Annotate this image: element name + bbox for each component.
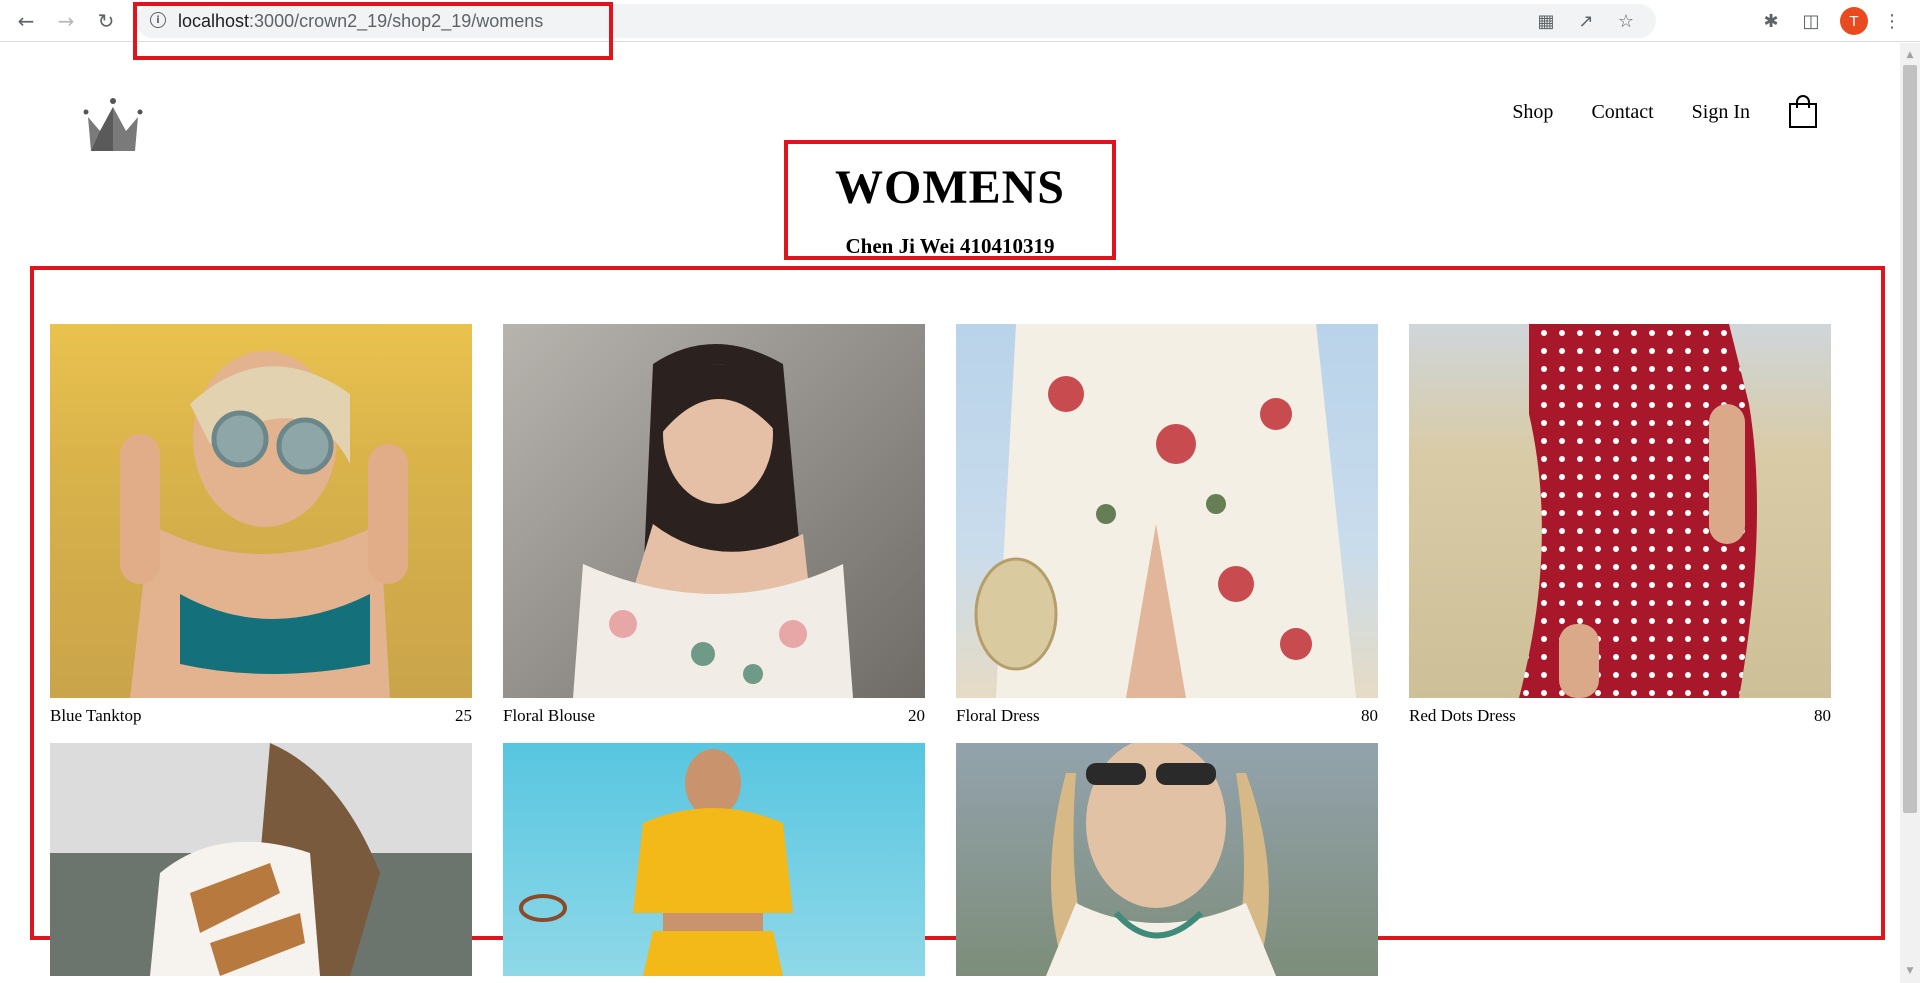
product-name: Red Dots Dress [1409, 706, 1516, 725]
product-price: 20 [908, 706, 925, 725]
scroll-up-arrow-icon[interactable]: ▲ [1900, 47, 1920, 63]
product-card[interactable]: Floral Dress 80 [956, 324, 1378, 726]
product-image[interactable] [956, 743, 1378, 976]
product-image[interactable] [956, 324, 1378, 698]
scroll-thumb[interactable] [1903, 65, 1917, 813]
back-icon[interactable]: ← [10, 5, 42, 37]
nav-signin-link[interactable]: Sign In [1692, 101, 1750, 124]
product-image[interactable] [503, 324, 925, 698]
menu-kebab-icon[interactable]: ⋮ [1876, 5, 1908, 37]
product-card[interactable] [956, 743, 1378, 976]
product-card[interactable] [503, 743, 925, 976]
shopping-bag-icon[interactable] [1788, 95, 1818, 129]
side-panel-icon[interactable]: ◫ [1795, 5, 1827, 37]
product-card[interactable]: Blue Tanktop 25 [50, 324, 472, 726]
product-price: 80 [1361, 706, 1378, 725]
profile-avatar[interactable]: T [1840, 7, 1868, 35]
extensions-icon[interactable]: ✱ [1755, 5, 1787, 37]
page-subtitle: Chen Ji Wei 410410319 [845, 234, 1055, 258]
product-card[interactable]: Red Dots Dress 80 [1409, 324, 1831, 726]
product-image[interactable] [503, 743, 925, 976]
product-name: Floral Dress [956, 706, 1040, 725]
product-image[interactable] [50, 324, 472, 698]
product-image[interactable] [50, 743, 472, 976]
product-name: Blue Tanktop [50, 706, 142, 725]
reload-icon[interactable]: ↻ [90, 5, 122, 37]
share-icon[interactable]: ↗ [1574, 9, 1598, 33]
crown-logo-icon[interactable] [80, 97, 146, 153]
translate-icon[interactable]: ▦ [1534, 9, 1558, 33]
product-price: 25 [455, 706, 472, 725]
header-nav: Shop Contact Sign In [1512, 95, 1818, 129]
bookmark-star-icon[interactable]: ☆ [1614, 9, 1638, 33]
nav-contact-link[interactable]: Contact [1591, 101, 1653, 124]
product-price: 80 [1814, 706, 1831, 725]
scroll-down-arrow-icon[interactable]: ▼ [1900, 963, 1920, 979]
forward-icon[interactable]: → [50, 5, 82, 37]
page-scrollbar[interactable]: ▲ ▼ [1900, 43, 1920, 983]
page-title: WOMENS [834, 161, 1065, 214]
nav-shop-link[interactable]: Shop [1512, 101, 1553, 124]
product-card[interactable]: Floral Blouse 20 [503, 324, 925, 726]
product-name: Floral Blouse [503, 706, 596, 725]
product-card[interactable] [50, 743, 472, 976]
product-image[interactable] [1409, 324, 1831, 698]
